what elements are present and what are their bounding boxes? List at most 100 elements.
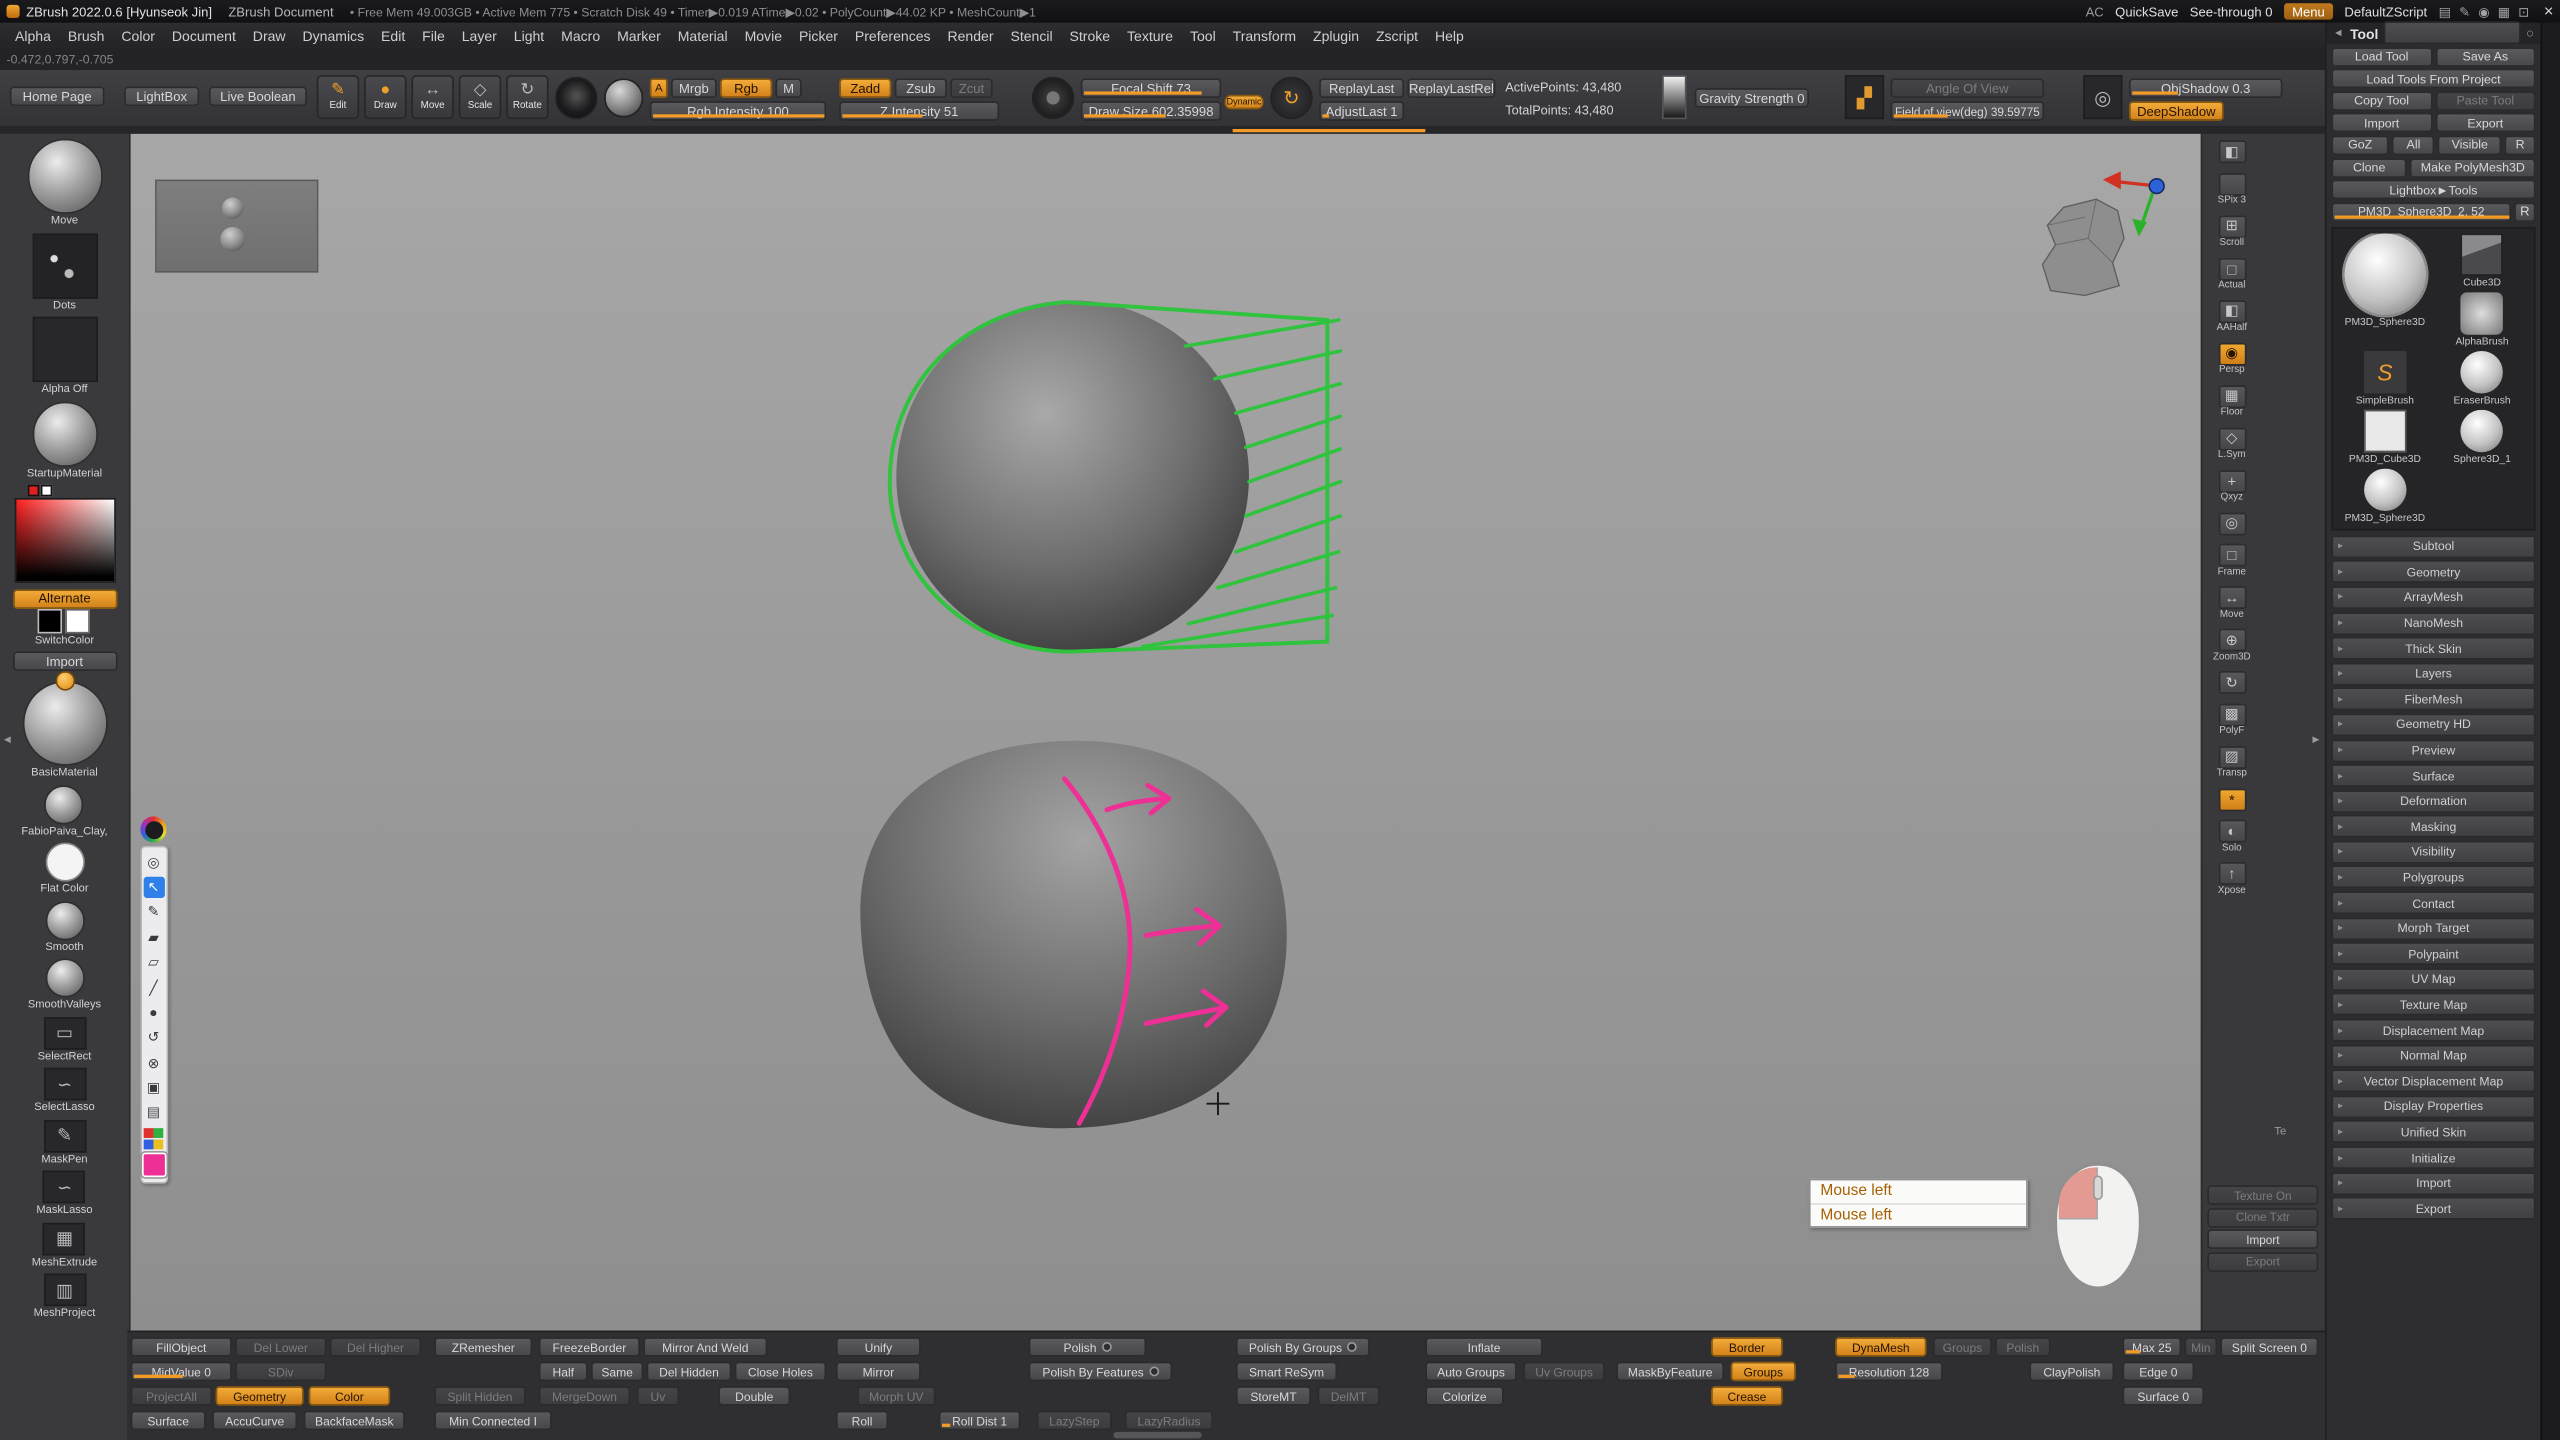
menu-dynamics[interactable]: Dynamics (294, 27, 373, 43)
stroke-type-button[interactable] (604, 78, 643, 117)
bottom-backfacemask-button[interactable]: BackfaceMask (304, 1411, 405, 1431)
bottom-morph-uv-button[interactable]: Morph UV (857, 1386, 935, 1406)
home-page-button[interactable]: Home Page (10, 87, 105, 107)
paste-tool-button[interactable]: Paste Tool (2435, 91, 2535, 111)
bottom-groups-button[interactable]: Groups (1731, 1362, 1796, 1382)
bottom-sdiv-button[interactable]: SDiv (235, 1362, 326, 1382)
bottom-color-button[interactable]: Color (309, 1386, 391, 1406)
trash-icon[interactable]: ⊗ (143, 1053, 164, 1074)
dynamic-icon[interactable]: * (2209, 788, 2255, 811)
subpalette-layers[interactable]: ▸Layers (2331, 662, 2535, 685)
clone-button[interactable]: Clone (2331, 158, 2406, 178)
menu-color[interactable]: Color (113, 27, 163, 43)
tool-maskpen[interactable]: ✎MaskPen (41, 1119, 87, 1165)
bottom-mergedown-button[interactable]: MergeDown (539, 1386, 630, 1406)
m-button[interactable]: M (776, 78, 802, 98)
bottom-del-lower-button[interactable]: Del Lower (235, 1337, 326, 1357)
bottom-maskbyfeature-button[interactable]: MaskByFeature (1616, 1362, 1724, 1382)
dot-icon[interactable]: ● (143, 1002, 164, 1023)
subpalette-geometry-hd[interactable]: ▸Geometry HD (2331, 713, 2535, 736)
bottom-surface-0-button[interactable]: Surface 0 (2122, 1386, 2204, 1406)
bottom-unify-button[interactable]: Unify (836, 1337, 921, 1357)
save-as-button[interactable]: Save As (2435, 47, 2535, 67)
alpha-channel-badge[interactable]: A (650, 78, 668, 98)
tool-thumb-pm3d-sphere3d[interactable]: PM3D_Sphere3D (2338, 468, 2432, 524)
tool-thumb-alphabrush[interactable]: AlphaBrush (2435, 292, 2529, 348)
fov-slider[interactable]: Field of view(deg) 39.59775 (1891, 101, 2044, 121)
adjust-last-slider[interactable]: AdjustLast 1 (1319, 101, 1404, 121)
rgb-button[interactable]: Rgb (720, 78, 772, 98)
bottom-split-hidden-button[interactable]: Split Hidden (434, 1386, 525, 1406)
bottom-zremesher-button[interactable]: ZRemesher (434, 1337, 532, 1357)
angle-of-view-button[interactable]: Angle Of View (1891, 78, 2044, 98)
bottom-min-connected-i-button[interactable]: Min Connected I (434, 1411, 552, 1431)
bottom-mirror-and-weld-button[interactable]: Mirror And Weld (643, 1337, 767, 1357)
bottom-border-button[interactable]: Border (1711, 1337, 1783, 1357)
tool-startupmaterial[interactable]: StartupMaterial (27, 401, 102, 479)
sphere-model[interactable] (896, 300, 1249, 653)
lightbox-button[interactable]: LightBox (124, 87, 199, 107)
bottom-projectall-button[interactable]: ProjectAll (131, 1386, 213, 1406)
tool-flat-color[interactable]: Flat Color (40, 842, 88, 894)
menu-render[interactable]: Render (939, 27, 1002, 43)
tool-selectrect[interactable]: ▭SelectRect (38, 1016, 92, 1062)
line-icon[interactable]: ╱ (143, 977, 164, 998)
subpalette-morph-target[interactable]: ▸Morph Target (2331, 917, 2535, 940)
menu-preferences[interactable]: Preferences (846, 27, 939, 43)
persp-shadow-icon[interactable]: ◎ (2083, 75, 2122, 119)
menu-edit[interactable]: Edit (373, 27, 414, 43)
rotate3d-icon[interactable]: ↻ (2209, 671, 2255, 694)
copy-tool-button[interactable]: Copy Tool (2331, 91, 2431, 111)
frame-icon[interactable]: □Frame (2209, 544, 2255, 577)
z-intensity-slider[interactable]: Z Intensity 51 (839, 101, 999, 121)
bottom-geometry-button[interactable]: Geometry (216, 1386, 304, 1406)
bottom-polish-button[interactable]: Polish (1029, 1337, 1147, 1357)
color-gradient-square[interactable] (14, 498, 115, 583)
mrgb-button[interactable]: Mrgb (671, 78, 717, 98)
tool-move[interactable]: Move (27, 139, 102, 227)
right-scroll-strip[interactable] (2540, 23, 2560, 1440)
subpalette-unified-skin[interactable]: ▸Unified Skin (2331, 1121, 2535, 1144)
bottom-uv-button[interactable]: Uv (637, 1386, 679, 1406)
current-tool-r-button[interactable]: R (2514, 202, 2535, 222)
subpalette-fibermesh[interactable]: ▸FiberMesh (2331, 688, 2535, 711)
subpalette-vector-displacement-map[interactable]: ▸Vector Displacement Map (2331, 1070, 2535, 1093)
subpalette-export[interactable]: ▸Export (2331, 1197, 2535, 1220)
draw-button[interactable]: ● Draw (364, 75, 406, 119)
subpalette-uv-map[interactable]: ▸UV Map (2331, 968, 2535, 991)
solo-icon[interactable]: ◐Solo (2209, 820, 2255, 853)
bottom-delmt-button[interactable]: DelMT (1318, 1386, 1380, 1406)
gravity-strength-slider[interactable]: Gravity Strength 0 (1695, 88, 1809, 108)
close-button[interactable]: × (2544, 2, 2554, 20)
bottom-fillobject-button[interactable]: FillObject (131, 1337, 232, 1357)
menu-zscript[interactable]: Zscript (1367, 27, 1426, 43)
cursor-icon[interactable]: ↖ (143, 877, 164, 898)
bottom-mirror-button[interactable]: Mirror (836, 1362, 921, 1382)
lightbox-tools-button[interactable]: Lightbox►Tools (2331, 180, 2535, 200)
undo-icon[interactable]: ↺ (143, 1027, 164, 1048)
texture-export-button[interactable]: Export (2207, 1251, 2318, 1271)
zoom3d-icon[interactable]: ⊕Zoom3D (2209, 629, 2255, 662)
current-tool-selector[interactable]: PM3D_Sphere3D_2, 52 (2331, 202, 2511, 222)
menu-alpha[interactable]: Alpha (7, 27, 60, 43)
subpalette-displacement-map[interactable]: ▸Displacement Map (2331, 1019, 2535, 1042)
subpalette-subtool[interactable]: ▸Subtool (2331, 535, 2535, 558)
goz-button[interactable]: GoZ (2331, 135, 2388, 155)
bottom-colorize-button[interactable]: Colorize (1425, 1386, 1503, 1406)
menu-material[interactable]: Material (669, 27, 736, 43)
bottom-lazystep-button[interactable]: LazyStep (1037, 1411, 1112, 1431)
tool-fabiopaiva-clay[interactable]: FabioPaiva_Clay, (21, 784, 107, 836)
tool-thumb-eraserbrush[interactable]: EraserBrush (2435, 351, 2529, 407)
titlebar-icon-1[interactable]: ✎ (2459, 4, 2470, 19)
see-through-slider[interactable]: See-through 0 (2190, 4, 2273, 19)
persp-icon[interactable]: ◉Persp (2209, 342, 2255, 375)
bottom-double-button[interactable]: Double (718, 1386, 790, 1406)
floor-icon[interactable]: ▦Floor (2209, 384, 2255, 417)
menu-help[interactable]: Help (1427, 27, 1473, 43)
deep-shadow-button[interactable]: DeepShadow (2129, 101, 2224, 121)
alternate-button[interactable]: Alternate (12, 589, 116, 609)
menu-picker[interactable]: Picker (790, 27, 846, 43)
menu-document[interactable]: Document (163, 27, 244, 43)
live-boolean-button[interactable]: Live Boolean (209, 87, 307, 107)
subpalette-deformation[interactable]: ▸Deformation (2331, 790, 2535, 813)
